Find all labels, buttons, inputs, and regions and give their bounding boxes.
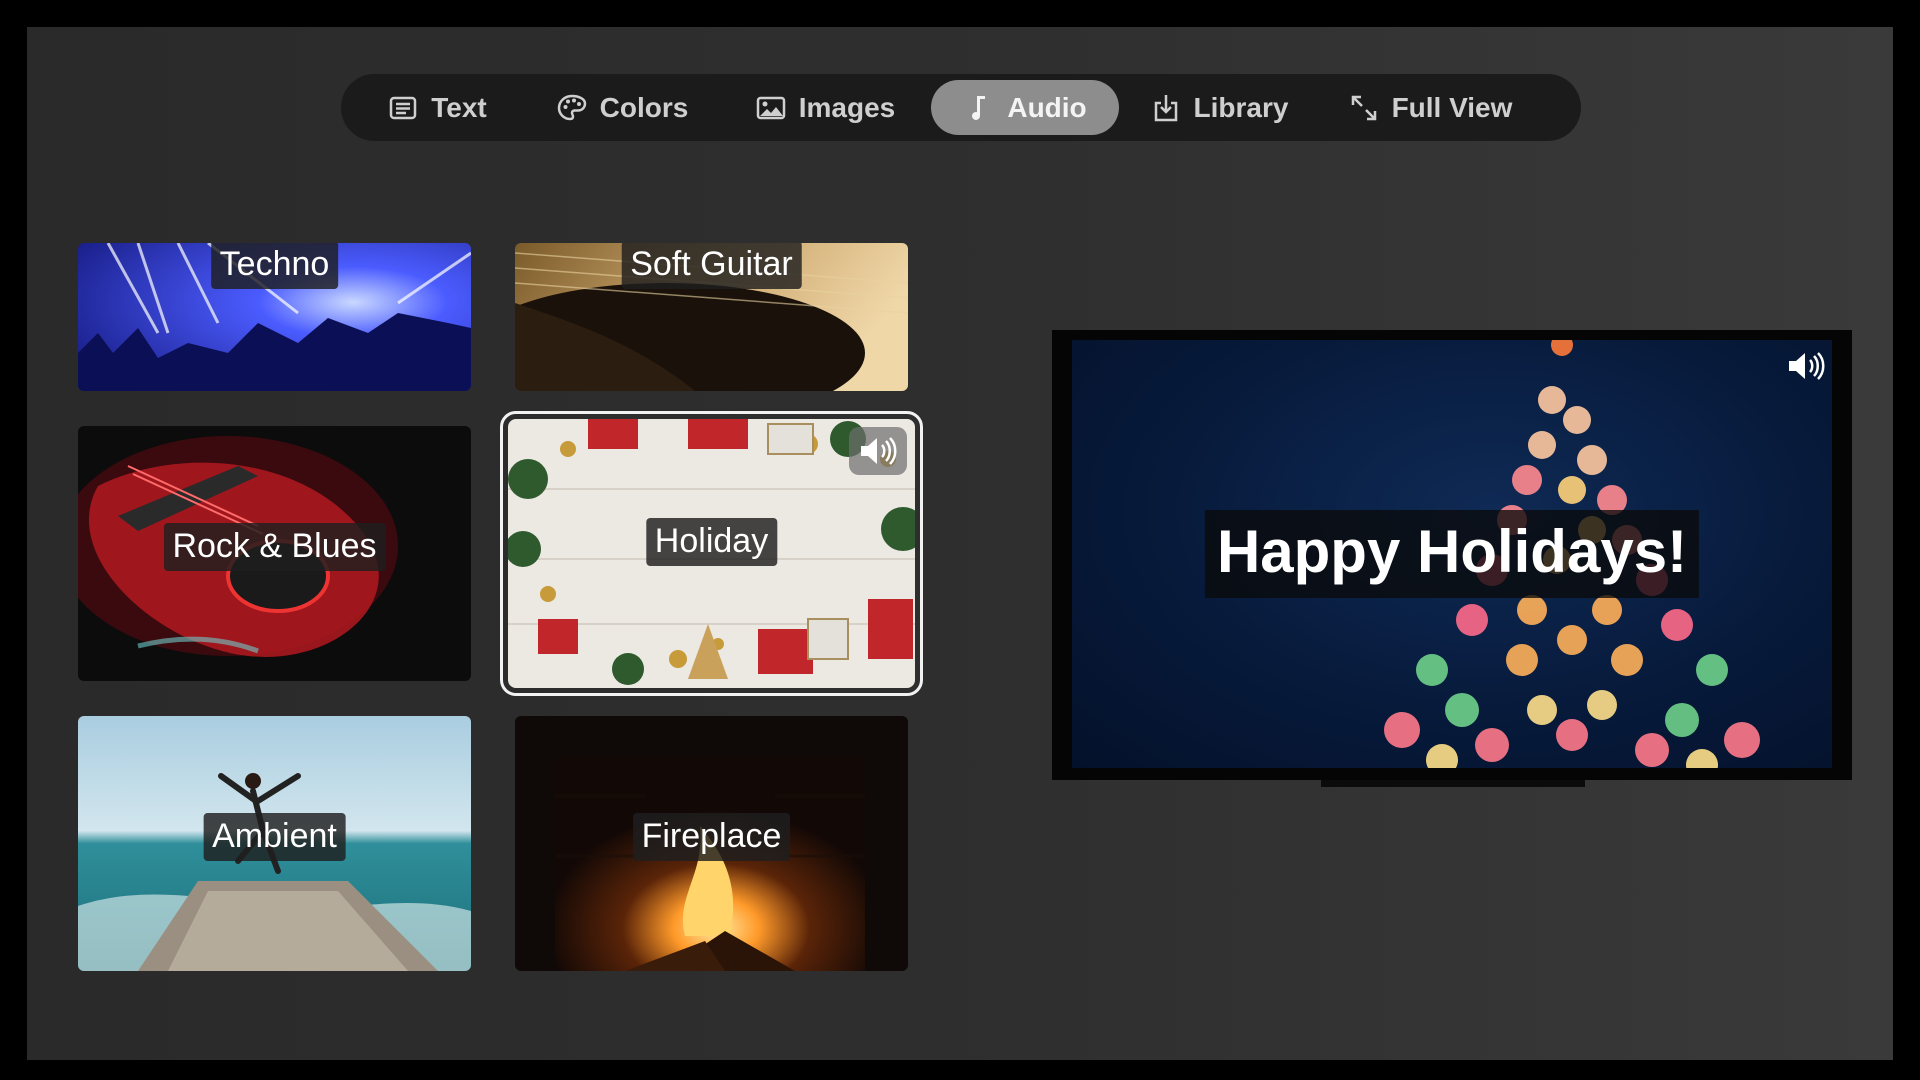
- tab-images[interactable]: Images: [719, 80, 931, 135]
- preview-screen[interactable]: Happy Holidays!: [1072, 340, 1832, 768]
- tile-label: Techno: [210, 243, 339, 289]
- preview-title: Happy Holidays!: [1204, 510, 1700, 598]
- expand-arrows-icon: [1351, 95, 1376, 120]
- audio-tile-techno[interactable]: Techno: [78, 243, 471, 391]
- tile-label: Ambient: [203, 813, 346, 861]
- app-screen: Text Colors Images Audio Library Full Vi…: [27, 27, 1893, 1060]
- tile-label: Rock & Blues: [163, 523, 386, 571]
- tab-label: Text: [431, 91, 487, 123]
- tab-library[interactable]: Library: [1119, 80, 1319, 135]
- tab-audio[interactable]: Audio: [931, 80, 1119, 135]
- tab-colors[interactable]: Colors: [525, 80, 719, 135]
- tile-label: Soft Guitar: [621, 243, 802, 289]
- tab-bar: Text Colors Images Audio Library Full Vi…: [341, 74, 1581, 141]
- music-note-icon: [972, 95, 986, 120]
- tab-label: Full View: [1391, 91, 1513, 123]
- preview-tv: Happy Holidays!: [1052, 330, 1852, 780]
- tile-label: Fireplace: [632, 813, 791, 861]
- text-icon: [390, 96, 417, 119]
- tab-full-view[interactable]: Full View: [1319, 80, 1541, 135]
- tab-label: Colors: [599, 91, 689, 123]
- tab-label: Audio: [1007, 91, 1087, 123]
- tab-label: Library: [1193, 91, 1289, 123]
- playing-speaker-badge: [849, 427, 907, 475]
- audio-tile-fireplace[interactable]: Fireplace: [515, 716, 908, 971]
- palette-icon: [557, 94, 586, 120]
- speaker-icon[interactable]: [1786, 350, 1826, 382]
- tab-label: Images: [798, 91, 896, 123]
- audio-tile-ambient[interactable]: Ambient: [78, 716, 471, 971]
- speaker-icon: [861, 437, 897, 465]
- tile-label: Holiday: [645, 518, 778, 566]
- tab-text[interactable]: Text: [349, 80, 525, 135]
- audio-tile-soft-guitar[interactable]: Soft Guitar: [515, 243, 908, 391]
- image-icon: [756, 96, 785, 119]
- audio-tile-holiday[interactable]: Holiday: [500, 411, 923, 696]
- audio-tile-rock-blues[interactable]: Rock & Blues: [78, 426, 471, 681]
- download-tray-icon: [1154, 94, 1177, 121]
- tv-stand: [1321, 780, 1585, 787]
